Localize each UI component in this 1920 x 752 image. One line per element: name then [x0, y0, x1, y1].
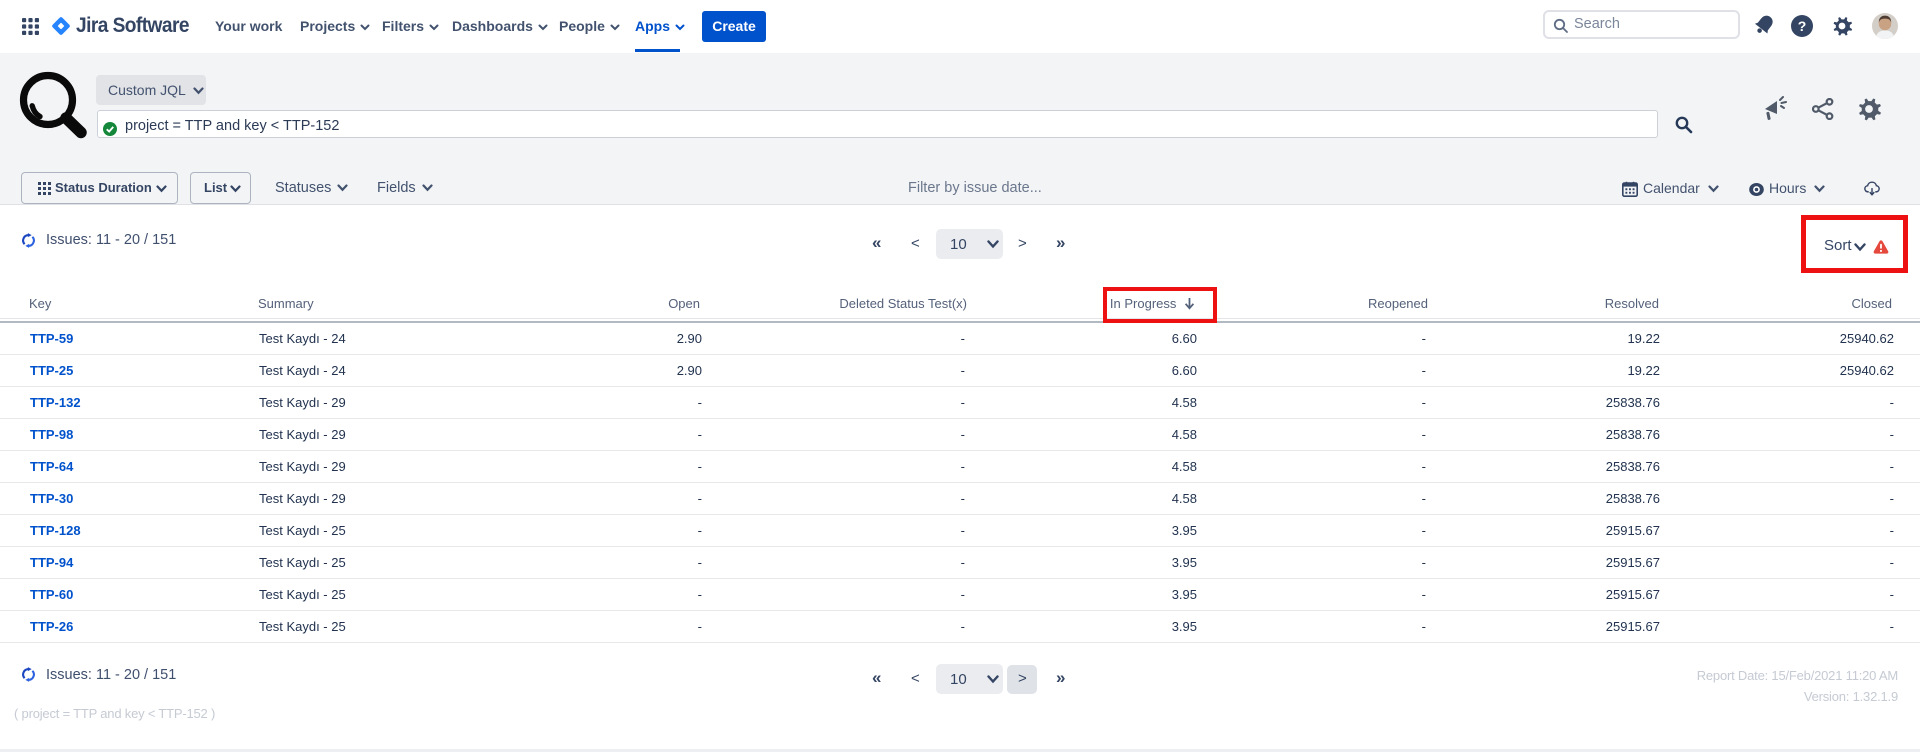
svg-text:?: ? [1798, 18, 1807, 34]
